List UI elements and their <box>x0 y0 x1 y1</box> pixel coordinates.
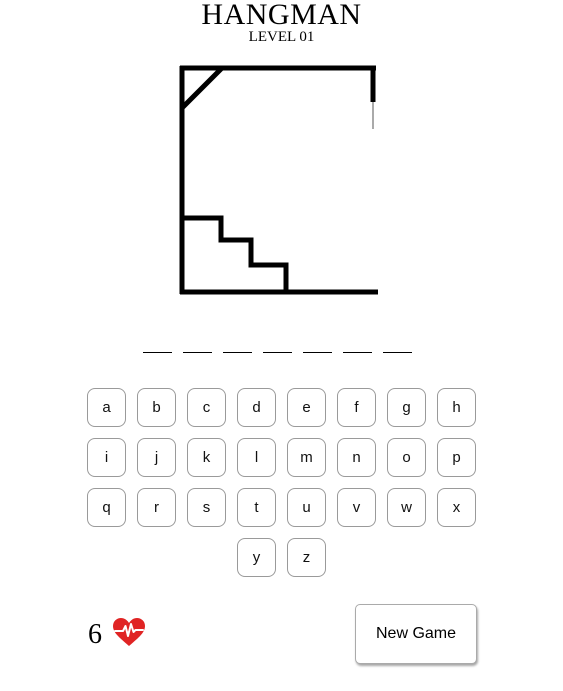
letter-key-j[interactable]: j <box>137 438 176 477</box>
letter-key-f[interactable]: f <box>337 388 376 427</box>
letter-key-x[interactable]: x <box>437 488 476 527</box>
letter-key-l[interactable]: l <box>237 438 276 477</box>
letter-slot <box>223 340 252 353</box>
lives-count: 6 <box>88 618 102 650</box>
letter-key-i[interactable]: i <box>87 438 126 477</box>
letter-key-g[interactable]: g <box>387 388 426 427</box>
letter-key-u[interactable]: u <box>287 488 326 527</box>
gallows-drawing <box>179 65 378 295</box>
letter-key-b[interactable]: b <box>137 388 176 427</box>
letter-key-t[interactable]: t <box>237 488 276 527</box>
letter-slot <box>143 340 172 353</box>
letter-slot <box>343 340 372 353</box>
letter-key-q[interactable]: q <box>87 488 126 527</box>
gallows-brace <box>180 66 224 110</box>
letter-key-k[interactable]: k <box>187 438 226 477</box>
letter-slot <box>303 340 332 353</box>
gallows-stairs <box>182 215 289 292</box>
letter-key-d[interactable]: d <box>237 388 276 427</box>
letter-key-c[interactable]: c <box>187 388 226 427</box>
letter-key-m[interactable]: m <box>287 438 326 477</box>
letter-key-n[interactable]: n <box>337 438 376 477</box>
keyboard-row: abcdefgh <box>0 388 563 427</box>
keyboard-row: qrstuvwx <box>0 488 563 527</box>
new-game-button[interactable]: New Game <box>355 604 477 664</box>
letter-key-e[interactable]: e <box>287 388 326 427</box>
word-slots <box>143 340 412 354</box>
letter-key-r[interactable]: r <box>137 488 176 527</box>
letter-key-s[interactable]: s <box>187 488 226 527</box>
letter-key-o[interactable]: o <box>387 438 426 477</box>
letter-key-w[interactable]: w <box>387 488 426 527</box>
letter-key-p[interactable]: p <box>437 438 476 477</box>
heart-pulse-icon <box>112 617 146 652</box>
letter-slot <box>183 340 212 353</box>
keyboard-row: ijklmnop <box>0 438 563 477</box>
letter-key-a[interactable]: a <box>87 388 126 427</box>
letter-slot <box>263 340 292 353</box>
letter-slot <box>383 340 412 353</box>
letter-key-h[interactable]: h <box>437 388 476 427</box>
lives-indicator: 6 <box>88 617 146 652</box>
letter-key-y[interactable]: y <box>237 538 276 577</box>
letter-key-z[interactable]: z <box>287 538 326 577</box>
keyboard-row: yz <box>0 538 563 577</box>
letter-key-v[interactable]: v <box>337 488 376 527</box>
letter-keyboard: abcdefgh ijklmnop qrstuvwx yz <box>0 388 563 588</box>
